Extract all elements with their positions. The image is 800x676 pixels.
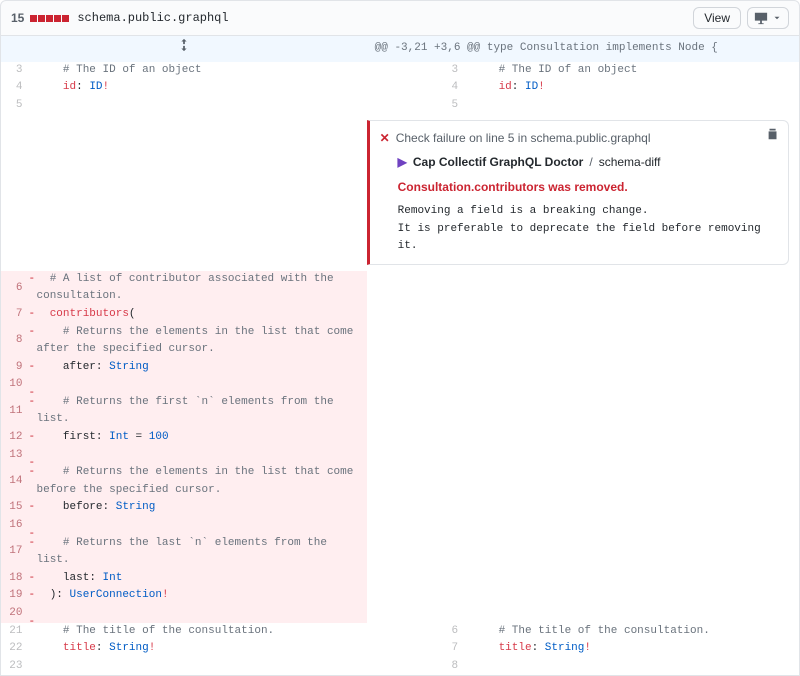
x-icon: ✕ bbox=[380, 129, 390, 148]
unfold-icon bbox=[177, 38, 191, 52]
line-number-left[interactable]: 6 bbox=[1, 271, 31, 306]
diff-row: 7 - contributors( bbox=[1, 306, 800, 324]
code-cell-left: id: ID! bbox=[31, 79, 367, 97]
line-number-right[interactable]: 7 bbox=[367, 640, 467, 658]
diff-row: 22 title: String! 7 title: String! bbox=[1, 640, 800, 658]
code-cell-left: title: String! bbox=[31, 640, 367, 658]
code-cell-left: - # Returns the elements in the list tha… bbox=[31, 324, 367, 359]
code-cell-left: - # Returns the elements in the list tha… bbox=[31, 464, 367, 499]
code-cell-left: - # Returns the first `n` elements from … bbox=[31, 394, 367, 429]
code-cell-left: # The title of the consultation. bbox=[31, 623, 367, 641]
app-logo-icon: ▶ bbox=[398, 153, 407, 172]
line-number-left[interactable]: 19 bbox=[1, 587, 31, 605]
expand-hunk-button[interactable] bbox=[1, 36, 367, 62]
diff-row: 18 - last: Int bbox=[1, 570, 800, 588]
diff-row: 16 - bbox=[1, 517, 800, 535]
diff-change-count: 15 bbox=[11, 11, 24, 25]
code-cell-right: # The title of the consultation. bbox=[466, 623, 799, 641]
code-cell-left: - first: Int = 100 bbox=[31, 429, 367, 447]
line-number-left[interactable]: 14 bbox=[1, 464, 31, 499]
diff-row: 13 - bbox=[1, 447, 800, 465]
line-number-left[interactable]: 21 bbox=[1, 623, 31, 641]
code-cell-left: - # Returns the last `n` elements from t… bbox=[31, 535, 367, 570]
code-cell-right: title: String! bbox=[466, 640, 799, 658]
annotation-body: Removing a field is a breaking change. I… bbox=[380, 203, 778, 256]
annotation-header: Check failure on line 5 in schema.public… bbox=[396, 129, 651, 148]
code-cell-left: - contributors( bbox=[31, 306, 367, 324]
diff-row: 8 - # Returns the elements in the list t… bbox=[1, 324, 800, 359]
line-number-left[interactable]: 12 bbox=[1, 429, 31, 447]
line-number-left[interactable]: 15 bbox=[1, 499, 31, 517]
diff-row: 19 - ): UserConnection! bbox=[1, 587, 800, 605]
code-cell-left: - bbox=[31, 517, 367, 535]
line-number-left[interactable]: 11 bbox=[1, 394, 31, 429]
line-number-left[interactable]: 10 bbox=[1, 376, 31, 394]
file-header: 15 schema.public.graphql View bbox=[0, 0, 800, 36]
diff-row: 17 - # Returns the last `n` elements fro… bbox=[1, 535, 800, 570]
line-number-left[interactable]: 3 bbox=[1, 62, 31, 80]
diff-row: 20 - bbox=[1, 605, 800, 623]
line-number-left[interactable]: 7 bbox=[1, 306, 31, 324]
diff-row: 6 - # A list of contributor associated w… bbox=[1, 271, 800, 306]
code-cell-left: - last: Int bbox=[31, 570, 367, 588]
check-annotation-row: ✕ Check failure on line 5 in schema.publ… bbox=[1, 114, 800, 270]
code-cell-right: id: ID! bbox=[466, 79, 799, 97]
code-cell-left: - bbox=[31, 376, 367, 394]
diff-row: 15 - before: String bbox=[1, 499, 800, 517]
dismiss-annotation-button[interactable] bbox=[766, 127, 780, 147]
monitor-icon bbox=[754, 11, 768, 25]
diff-row: 11 - # Returns the first `n` elements fr… bbox=[1, 394, 800, 429]
line-number-right[interactable]: 8 bbox=[367, 658, 467, 676]
diff-row: 12 - first: Int = 100 bbox=[1, 429, 800, 447]
line-number-left[interactable]: 16 bbox=[1, 517, 31, 535]
line-number-left[interactable]: 8 bbox=[1, 324, 31, 359]
annotation-title: Consultation.contributors was removed. bbox=[380, 178, 778, 197]
display-mode-button[interactable] bbox=[747, 7, 789, 29]
line-number-left[interactable]: 9 bbox=[1, 359, 31, 377]
code-cell-right bbox=[466, 97, 799, 115]
code-cell-left: - bbox=[31, 605, 367, 623]
code-cell-right: # The ID of an object bbox=[466, 62, 799, 80]
line-number-left[interactable]: 5 bbox=[1, 97, 31, 115]
line-number-left[interactable]: 23 bbox=[1, 658, 31, 676]
code-cell-left bbox=[31, 97, 367, 115]
code-cell-left: - after: String bbox=[31, 359, 367, 377]
code-cell-left: # The ID of an object bbox=[31, 62, 367, 80]
line-number-left[interactable]: 20 bbox=[1, 605, 31, 623]
diff-row: 3 # The ID of an object 3 # The ID of an… bbox=[1, 62, 800, 80]
diff-row: 21 # The title of the consultation. 6 # … bbox=[1, 623, 800, 641]
diff-table: @@ -3,21 +3,6 @@ type Consultation imple… bbox=[0, 36, 800, 676]
diff-row: 4 id: ID! 4 id: ID! bbox=[1, 79, 800, 97]
check-annotation: ✕ Check failure on line 5 in schema.publ… bbox=[367, 120, 789, 264]
file-name[interactable]: schema.public.graphql bbox=[77, 11, 228, 25]
chevron-down-icon bbox=[772, 13, 782, 23]
line-number-right[interactable]: 4 bbox=[367, 79, 467, 97]
line-number-right[interactable]: 3 bbox=[367, 62, 467, 80]
diff-row: 23 8 bbox=[1, 658, 800, 676]
code-cell-left: - before: String bbox=[31, 499, 367, 517]
annotation-check-name: schema-diff bbox=[599, 153, 661, 172]
code-cell-right bbox=[466, 658, 799, 676]
copy-icon bbox=[766, 127, 780, 141]
hunk-header-text: @@ -3,21 +3,6 @@ type Consultation imple… bbox=[367, 36, 800, 62]
code-cell-left: - bbox=[31, 447, 367, 465]
line-number-left[interactable]: 13 bbox=[1, 447, 31, 465]
line-number-right[interactable]: 6 bbox=[367, 623, 467, 641]
diff-row: 9 - after: String bbox=[1, 359, 800, 377]
line-number-left[interactable]: 22 bbox=[1, 640, 31, 658]
diff-row: 14 - # Returns the elements in the list … bbox=[1, 464, 800, 499]
line-number-right[interactable]: 5 bbox=[367, 97, 467, 115]
line-number-left[interactable]: 4 bbox=[1, 79, 31, 97]
view-file-button[interactable]: View bbox=[693, 7, 741, 29]
annotation-app-name[interactable]: Cap Collectif GraphQL Doctor bbox=[413, 153, 583, 172]
diff-stat-blocks bbox=[30, 15, 69, 22]
code-cell-left: - # A list of contributor associated wit… bbox=[31, 271, 367, 306]
code-cell-left: - ): UserConnection! bbox=[31, 587, 367, 605]
diff-row: 5 5 bbox=[1, 97, 800, 115]
line-number-left[interactable]: 17 bbox=[1, 535, 31, 570]
diff-row: 10 - bbox=[1, 376, 800, 394]
hunk-header-row: @@ -3,21 +3,6 @@ type Consultation imple… bbox=[1, 36, 800, 62]
code-cell-left bbox=[31, 658, 367, 676]
line-number-left[interactable]: 18 bbox=[1, 570, 31, 588]
